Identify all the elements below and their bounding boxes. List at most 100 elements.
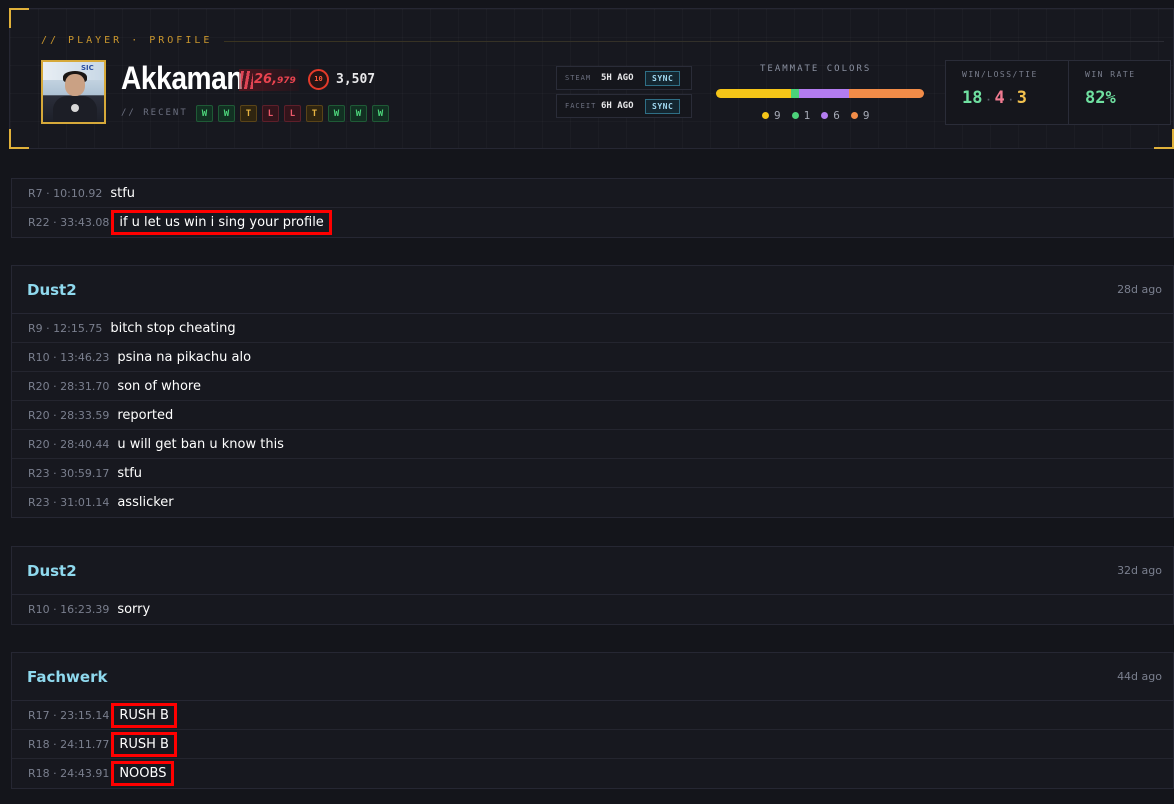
color-dot-icon [850,112,858,119]
chat-message: R18 · 24:11.77 RUSH B [12,730,1173,759]
teammate-color-legend-item: 6 [821,109,840,122]
chat-message: R23 · 30:59.17 stfu [12,459,1173,488]
chat-message: R9 · 12:15.75 bitch stop cheating [12,314,1173,343]
faceit-level-icon: 10 [308,69,329,90]
teammate-color-legend-item: 1 [791,109,811,122]
steam-sync-button[interactable]: SYNC [645,70,681,86]
win-rate: WIN RATE 82% [1068,61,1136,124]
teammate-colors-bar [716,89,924,98]
message-timestamp: R20 · 28:40.44 [28,437,110,451]
message-timestamp: R22 · 33:43.08 [28,216,110,229]
message-text: son of whore [117,378,201,394]
chat-card: R7 · 10:10.92 stfu R22 · 33:43.08 if u let … [11,178,1174,238]
message-timestamp: R10 · 16:23.39 [28,603,110,616]
match-header[interactable]: Fachwerk 44d ago [12,653,1173,701]
color-dot-icon [791,112,799,119]
message-timestamp: R23 · 31:01.14 [28,496,110,509]
teammate-color-count: 6 [833,109,840,122]
message-timestamp: R20 · 28:33.59 [28,408,110,422]
recent-result-badge: L [262,105,279,122]
premier-rating-badge: 26,979 [239,69,299,91]
color-dot-icon [762,112,769,119]
map-name: Dust2 [27,561,77,580]
recent-result-badge: W [196,105,213,122]
message-text: psina na pikachu alo [117,349,252,365]
message-text: if u let us win i sing your profile [111,210,332,235]
teammate-color-segment [790,89,800,98]
chat-message: R18 · 24:43.91 NOOBS [12,759,1173,788]
recent-result-badge: W [218,105,235,122]
match-age: 28d ago [1117,283,1162,296]
section-eyebrow: // PLAYER · PROFILE [41,35,213,46]
player-name: Akkaman [121,60,244,96]
stats-box: WIN/LOSS/TIE 18 · 4 · 3 WIN RATE 82% [945,60,1171,125]
chat-message: R23 · 31:01.14 asslicker [12,488,1173,517]
teammate-color-segment [849,89,924,98]
sync-source: FACEIT [565,102,597,110]
player-profile-header: // PLAYER · PROFILE SIC Akkaman 26,979 1… [9,8,1174,149]
teammate-colors-label: TEAMMATE COLORS [760,64,872,74]
recent-result-badge: L [284,105,301,122]
message-text: RUSH B [111,702,177,728]
chat-message: R7 · 10:10.92 stfu [12,179,1173,208]
steam-sync-row: STEAM 5H AGO SYNC [556,66,692,90]
message-timestamp: R10 · 13:46.23 [28,350,110,364]
match-header[interactable]: Dust2 32d ago [12,547,1173,595]
message-timestamp: R23 · 30:59.17 [28,466,110,480]
teammate-color-legend-item: 9 [762,109,781,122]
win-loss-tie: WIN/LOSS/TIE 18 · 4 · 3 [946,61,1068,124]
recent-result-badge: T [240,105,257,122]
chat-card: Fachwerk 44d ago R17 · 23:15.14 RUSH B R18 ·… [11,652,1174,789]
wins: 18 [962,88,983,108]
message-timestamp: R20 · 28:31.70 [28,379,110,393]
divider [224,41,1164,42]
message-text: asslicker [117,495,174,510]
message-timestamp: R17 · 23:15.14 [28,708,110,722]
message-text: bitch stop cheating [110,320,236,336]
message-timestamp: R18 · 24:43.91 [28,767,110,780]
corner-bracket [9,8,29,28]
wlt-label: WIN/LOSS/TIE [962,70,1038,79]
sync-ago: 6H AGO [601,101,634,111]
message-timestamp: R18 · 24:11.77 [28,737,110,751]
match-age: 44d ago [1117,670,1162,683]
message-text: stfu [110,185,136,201]
chat-card: Dust2 28d ago R9 · 12:15.75 bitch stop chea… [11,265,1174,518]
message-text: sorry [117,602,151,617]
separator: · [985,95,992,106]
corner-bracket [1154,129,1174,149]
message-text: NOOBS [111,761,175,786]
map-name: Fachwerk [27,667,108,686]
chat-message: R10 · 13:46.23 psina na pikachu alo [12,343,1173,372]
faceit-sync-button[interactable]: SYNC [645,98,681,114]
avatar[interactable]: SIC [41,60,106,124]
sync-ago: 5H AGO [601,73,634,83]
match-header[interactable]: Dust2 28d ago [12,266,1173,314]
chat-message: R20 · 28:31.70 son of whore [12,372,1173,401]
recent-label: // RECENT [121,108,188,118]
chat-message: R20 · 28:40.44 u will get ban u know this [12,430,1173,459]
recent-result-badge: W [372,105,389,122]
teammate-color-count: 9 [862,109,870,122]
chat-card: Dust2 32d ago R10 · 16:23.39 sorry [11,546,1174,625]
color-dot-icon [821,112,829,119]
premier-rating-value: 26,979 [254,72,296,87]
losses: 4 [994,88,1005,108]
message-timestamp: R9 · 12:15.75 [28,321,103,335]
ties: 3 [1016,88,1028,108]
faceit-sync-row: FACEIT 6H AGO SYNC [556,94,692,118]
faceit-elo: 3,507 [336,72,376,87]
win-rate-value: 82% [1085,88,1116,108]
recent-result-badge: W [350,105,367,122]
wlt-value: 18 · 4 · 3 [962,88,1068,108]
recent-result-badge: T [306,105,323,122]
map-name: Dust2 [27,280,77,299]
chat-message: R17 · 23:15.14 RUSH B [12,701,1173,730]
teammate-color-count: 1 [803,109,811,122]
teammate-color-legend-item: 9 [850,109,870,122]
chat-message: R22 · 33:43.08 if u let us win i sing you… [12,208,1173,237]
chat-message: R10 · 16:23.39 sorry [12,595,1173,624]
win-rate-label: WIN RATE [1085,70,1136,79]
recent-results: WWTLLTWWW [196,105,389,122]
chat-message: R20 · 28:33.59 reported [12,401,1173,430]
